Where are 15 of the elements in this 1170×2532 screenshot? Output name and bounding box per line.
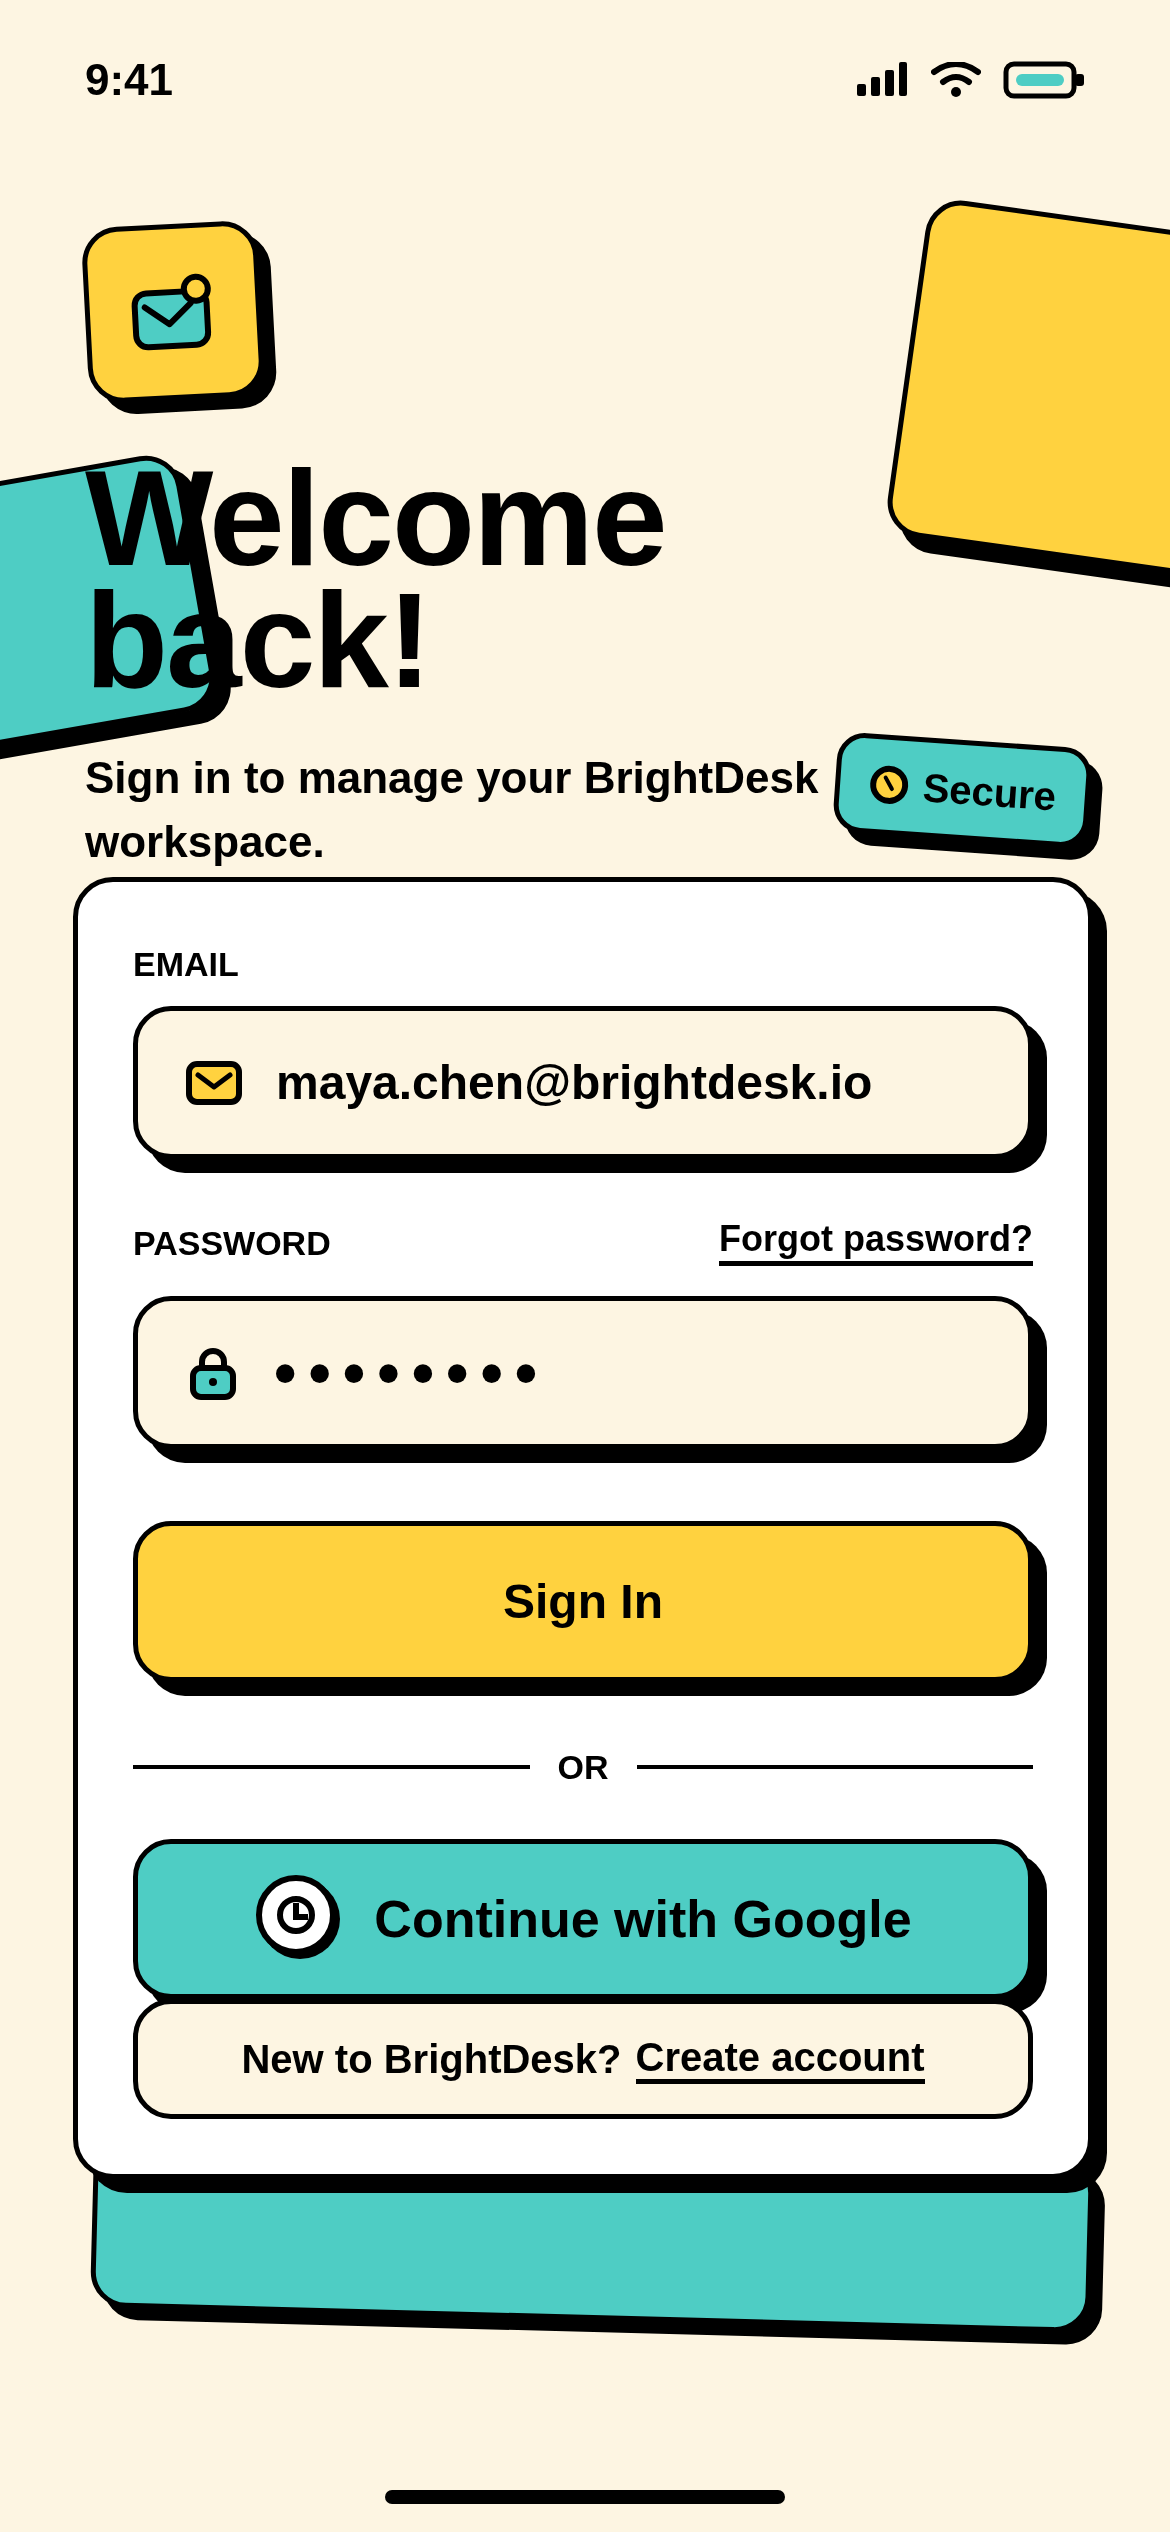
badge-label: Secure — [920, 764, 1059, 821]
battery-icon — [1003, 61, 1085, 99]
clock-icon — [867, 763, 911, 807]
forgot-password-link[interactable]: Forgot password? — [719, 1219, 1033, 1266]
field-label: EMAIL — [133, 944, 240, 984]
mail-icon — [186, 1060, 242, 1105]
divider-label: OR — [557, 1747, 609, 1787]
subtitle: Sign in to manage your BrightDesk workspace. — [85, 752, 820, 868]
status-time: 9:41 — [85, 54, 174, 106]
field-label: PASSWORD — [133, 1222, 331, 1263]
signup-prompt: New to BrightDesk? — [241, 2036, 622, 2083]
wifi-icon — [931, 62, 981, 98]
lock-icon — [190, 1345, 236, 1400]
signal-icon — [857, 62, 909, 98]
create-account-link[interactable]: Create account — [635, 2034, 925, 2084]
